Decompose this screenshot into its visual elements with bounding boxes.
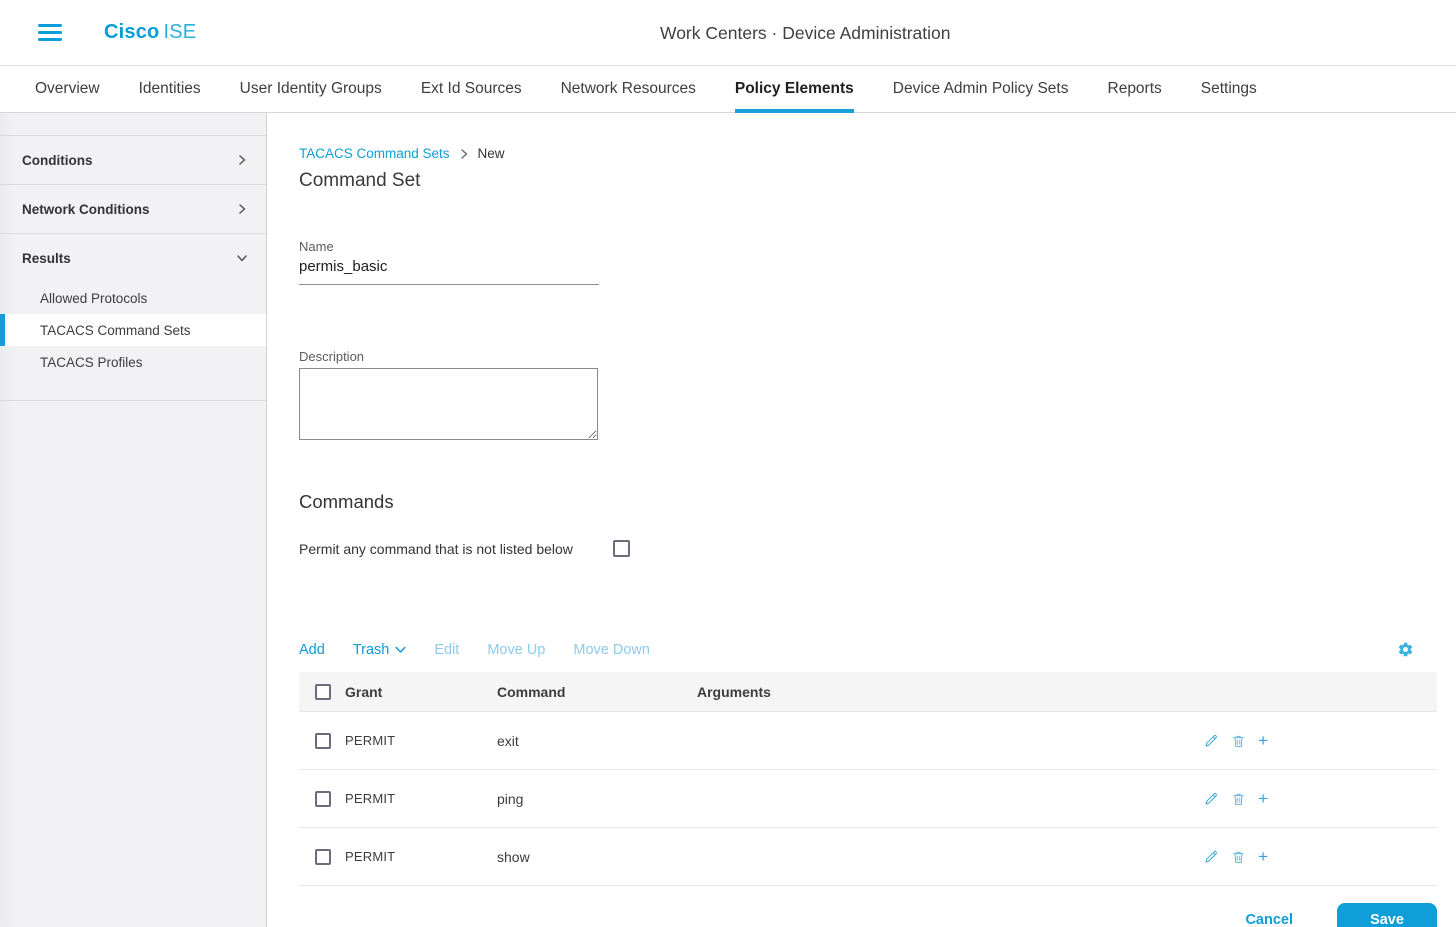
chevron-right-icon bbox=[236, 154, 248, 166]
description-field: Description bbox=[299, 349, 599, 445]
add-plus-icon[interactable]: + bbox=[1258, 790, 1268, 807]
tab-device-admin-policy-sets[interactable]: Device Admin Policy Sets bbox=[893, 66, 1069, 112]
tab-identities[interactable]: Identities bbox=[139, 66, 201, 112]
body-layout: Conditions Network Conditions Results Al… bbox=[0, 113, 1456, 927]
trash-dropdown-button[interactable]: Trash bbox=[353, 642, 407, 658]
table-body: PERMIT exit + PERMIT ping + bbox=[299, 712, 1437, 886]
sidebar-item-tacacs-profiles[interactable]: TACACS Profiles bbox=[0, 346, 266, 378]
chevron-right-icon bbox=[236, 203, 248, 215]
save-button[interactable]: Save bbox=[1337, 903, 1437, 927]
command-cell: exit bbox=[497, 733, 697, 749]
table-row: PERMIT ping + bbox=[299, 770, 1437, 828]
tab-settings[interactable]: Settings bbox=[1201, 66, 1257, 112]
page-context-title: Work Centers · Device Administration bbox=[660, 0, 950, 66]
select-all-checkbox[interactable] bbox=[315, 684, 331, 700]
permit-any-command-checkbox[interactable] bbox=[613, 540, 630, 557]
breadcrumb-parent-link[interactable]: TACACS Command Sets bbox=[299, 146, 450, 161]
cisco-ise-app: CiscoISE Work Centers · Device Administr… bbox=[0, 0, 1456, 927]
delete-trash-icon[interactable] bbox=[1231, 849, 1246, 865]
chevron-down-icon bbox=[236, 252, 248, 264]
breadcrumb-chevron-icon bbox=[458, 148, 470, 160]
commands-table: Grant Command Arguments PERMIT exit + PE… bbox=[299, 672, 1437, 886]
grant-cell: PERMIT bbox=[345, 791, 497, 806]
edit-pencil-icon[interactable] bbox=[1203, 733, 1219, 749]
brand-ise: ISE bbox=[163, 21, 196, 43]
sidebar-item-allowed-protocols[interactable]: Allowed Protocols bbox=[0, 282, 266, 314]
row-actions: + bbox=[1203, 790, 1268, 807]
name-field-label: Name bbox=[299, 239, 599, 254]
name-input[interactable] bbox=[299, 258, 599, 275]
breadcrumb: TACACS Command Sets New bbox=[299, 146, 1437, 161]
column-header-grant: Grant bbox=[345, 684, 497, 700]
edit-pencil-icon[interactable] bbox=[1203, 791, 1219, 807]
tab-overview[interactable]: Overview bbox=[35, 66, 100, 112]
sidebar-section-label: Conditions bbox=[22, 153, 93, 168]
move-down-button[interactable]: Move Down bbox=[573, 642, 650, 658]
tab-network-resources[interactable]: Network Resources bbox=[561, 66, 696, 112]
sidebar-section-conditions[interactable]: Conditions bbox=[0, 135, 266, 184]
permit-any-command-row: Permit any command that is not listed be… bbox=[299, 540, 1437, 557]
name-field: Name bbox=[299, 239, 599, 285]
sidebar-section-label: Network Conditions bbox=[22, 202, 150, 217]
gear-icon[interactable] bbox=[1397, 641, 1414, 658]
table-row: PERMIT show + bbox=[299, 828, 1437, 886]
row-checkbox[interactable] bbox=[315, 791, 331, 807]
column-header-command: Command bbox=[497, 684, 697, 700]
table-header-row: Grant Command Arguments bbox=[299, 672, 1437, 712]
left-sidebar: Conditions Network Conditions Results Al… bbox=[0, 113, 267, 927]
description-textarea[interactable] bbox=[299, 368, 598, 440]
commands-toolbar: Add Trash Edit Move Up Move Down bbox=[299, 641, 1437, 658]
table-row: PERMIT exit + bbox=[299, 712, 1437, 770]
add-button[interactable]: Add bbox=[299, 642, 325, 658]
sidebar-divider bbox=[0, 400, 266, 401]
row-checkbox[interactable] bbox=[315, 733, 331, 749]
brand-cisco: Cisco bbox=[104, 21, 159, 43]
command-cell: ping bbox=[497, 791, 697, 807]
row-actions: + bbox=[1203, 732, 1268, 749]
description-field-label: Description bbox=[299, 349, 599, 364]
sidebar-section-network-conditions[interactable]: Network Conditions bbox=[0, 184, 266, 233]
page-title: Command Set bbox=[299, 170, 1437, 192]
move-up-button[interactable]: Move Up bbox=[487, 642, 545, 658]
add-plus-icon[interactable]: + bbox=[1258, 848, 1268, 865]
cancel-button[interactable]: Cancel bbox=[1245, 912, 1293, 927]
cisco-ise-logo[interactable]: CiscoISE bbox=[104, 21, 196, 44]
top-header: CiscoISE Work Centers · Device Administr… bbox=[0, 0, 1456, 66]
grant-cell: PERMIT bbox=[345, 849, 497, 864]
sidebar-item-tacacs-command-sets[interactable]: TACACS Command Sets bbox=[0, 314, 266, 346]
main-nav-tabs: Overview Identities User Identity Groups Ex… bbox=[0, 66, 1456, 113]
row-checkbox[interactable] bbox=[315, 849, 331, 865]
permit-any-command-label: Permit any command that is not listed be… bbox=[299, 541, 573, 557]
sidebar-section-label: Results bbox=[22, 251, 71, 266]
form-footer: Cancel Save bbox=[299, 886, 1437, 927]
breadcrumb-current: New bbox=[478, 146, 505, 161]
sidebar-results-items: Allowed ProtocolsTACACS Command SetsTACA… bbox=[0, 282, 266, 400]
delete-trash-icon[interactable] bbox=[1231, 791, 1246, 807]
command-cell: show bbox=[497, 849, 697, 865]
chevron-down-icon bbox=[395, 642, 406, 658]
edit-pencil-icon[interactable] bbox=[1203, 849, 1219, 865]
delete-trash-icon[interactable] bbox=[1231, 733, 1246, 749]
hamburger-menu-icon[interactable] bbox=[38, 24, 62, 41]
sidebar-section-results[interactable]: Results bbox=[0, 233, 266, 282]
tab-reports[interactable]: Reports bbox=[1108, 66, 1162, 112]
commands-section-title: Commands bbox=[299, 491, 1437, 513]
edit-button[interactable]: Edit bbox=[434, 642, 459, 658]
row-actions: + bbox=[1203, 848, 1268, 865]
tab-user-identity-groups[interactable]: User Identity Groups bbox=[240, 66, 382, 112]
tab-policy-elements[interactable]: Policy Elements bbox=[735, 66, 854, 112]
grant-cell: PERMIT bbox=[345, 733, 497, 748]
add-plus-icon[interactable]: + bbox=[1258, 732, 1268, 749]
tab-ext-id-sources[interactable]: Ext Id Sources bbox=[421, 66, 522, 112]
main-content: TACACS Command Sets New Command Set Name… bbox=[267, 113, 1456, 927]
column-header-arguments: Arguments bbox=[697, 684, 1437, 700]
